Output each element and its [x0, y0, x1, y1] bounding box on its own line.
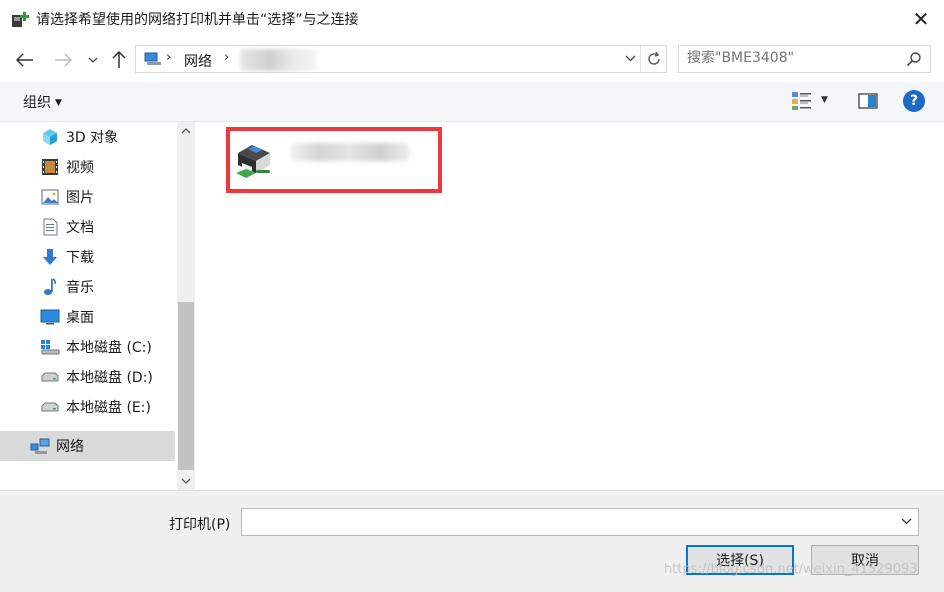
- printer-name-obscured: [290, 143, 410, 161]
- chevron-down-icon: [88, 57, 98, 63]
- sidebar-item-pictures[interactable]: 图片: [0, 182, 175, 212]
- breadcrumb-network[interactable]: 网络: [184, 51, 212, 71]
- breadcrumb-separator[interactable]: ›: [224, 50, 229, 65]
- window-title: 请选择希望使用的网络打印机并单击“选择”与之连接: [36, 12, 359, 28]
- help-icon[interactable]: ?: [903, 90, 925, 112]
- network-printer-icon: [236, 145, 270, 178]
- sidebar-item-label: 文档: [66, 220, 94, 236]
- sidebar-item-music[interactable]: 音乐: [0, 272, 175, 302]
- chevron-down-icon: [625, 55, 636, 62]
- recent-locations-button[interactable]: [86, 48, 100, 72]
- network-location-icon: [144, 52, 161, 65]
- preview-pane-icon[interactable]: [858, 93, 878, 109]
- documents-icon: [40, 217, 60, 237]
- sidebar-item-label: 本地磁盘 (E:): [66, 400, 151, 416]
- sidebar-item-label: 本地磁盘 (D:): [66, 370, 153, 386]
- sidebar-item-drive-d[interactable]: 本地磁盘 (D:): [0, 362, 175, 392]
- title-bar: 请选择希望使用的网络打印机并单击“选择”与之连接 ✕: [0, 0, 944, 38]
- sidebar-scrollbar[interactable]: [177, 122, 195, 490]
- network-printer-item[interactable]: [226, 127, 442, 193]
- watermark: https://blog.csdn.net/weixin_41529093: [664, 562, 918, 577]
- sidebar-item-3d-objects[interactable]: 3D 对象: [0, 122, 175, 152]
- chevron-up-icon: [181, 128, 191, 134]
- sidebar-item-label: 图片: [66, 190, 94, 206]
- network-icon: [30, 436, 50, 456]
- pictures-icon: [40, 187, 60, 207]
- organize-label: 组织: [23, 95, 51, 111]
- search-box[interactable]: [678, 45, 931, 73]
- scrollbar-thumb[interactable]: [178, 302, 194, 470]
- chevron-down-icon: [901, 518, 912, 525]
- sidebar-item-downloads[interactable]: 下载: [0, 242, 175, 272]
- search-icon[interactable]: [906, 51, 922, 67]
- scroll-up-button[interactable]: [177, 122, 195, 140]
- organize-menu[interactable]: 组织 ▼: [23, 92, 62, 112]
- breadcrumb-separator[interactable]: ›: [166, 50, 171, 65]
- drive-c-icon: [40, 337, 60, 357]
- sidebar-item-label: 音乐: [66, 280, 94, 296]
- refresh-icon: [647, 51, 660, 65]
- close-button[interactable]: ✕: [898, 0, 944, 38]
- 3d-objects-icon: [40, 127, 60, 147]
- address-bar[interactable]: › 网络 ›: [135, 45, 667, 73]
- sidebar-item-videos[interactable]: 视频: [0, 152, 175, 182]
- printer-field-label: 打印机(P): [169, 517, 231, 533]
- back-button[interactable]: [14, 48, 36, 72]
- drive-icon: [40, 367, 60, 387]
- sidebar-item-drive-c[interactable]: 本地磁盘 (C:): [0, 332, 175, 362]
- command-bar: 组织 ▼ ▼ ?: [0, 82, 944, 122]
- refresh-button[interactable]: [640, 46, 666, 72]
- desktop-icon: [40, 307, 60, 327]
- arrow-up-icon: [112, 51, 126, 68]
- sidebar-item-label: 下载: [66, 250, 94, 266]
- sidebar-item-drive-e[interactable]: 本地磁盘 (E:): [0, 392, 175, 422]
- breadcrumb-obscured[interactable]: [240, 49, 316, 71]
- address-dropdown-button[interactable]: [625, 51, 636, 65]
- caret-down-icon: ▼: [55, 98, 62, 108]
- sidebar-item-label: 视频: [66, 160, 94, 176]
- up-button[interactable]: [110, 48, 128, 72]
- sidebar-item-label: 本地磁盘 (C:): [66, 340, 152, 356]
- search-input[interactable]: [687, 50, 897, 66]
- sidebar-item-documents[interactable]: 文档: [0, 212, 175, 242]
- view-options-icon[interactable]: [791, 91, 813, 111]
- printer-combobox[interactable]: [241, 508, 919, 536]
- arrow-right-icon: [55, 53, 72, 67]
- scroll-down-button[interactable]: [177, 472, 195, 490]
- navigation-pane: 3D 对象 视频 图片 文档 下载 音乐 桌面 本地磁盘 (C:) 本地磁盘 (…: [0, 122, 177, 490]
- sidebar-item-label: 桌面: [66, 310, 94, 326]
- sidebar-item-label: 网络: [56, 439, 84, 455]
- drive-icon: [40, 397, 60, 417]
- printer-dropdown-button[interactable]: [901, 514, 912, 528]
- add-printer-icon: [12, 12, 29, 27]
- forward-button[interactable]: [52, 48, 74, 72]
- chevron-down-icon: [181, 478, 191, 484]
- music-icon: [40, 277, 60, 297]
- download-icon: [40, 247, 60, 267]
- sidebar-item-desktop[interactable]: 桌面: [0, 302, 175, 332]
- sidebar-item-label: 3D 对象: [66, 130, 119, 146]
- arrow-left-icon: [16, 53, 33, 67]
- sidebar-item-network[interactable]: 网络: [0, 431, 175, 461]
- video-icon: [40, 157, 60, 177]
- view-dropdown-button[interactable]: ▼: [821, 95, 828, 105]
